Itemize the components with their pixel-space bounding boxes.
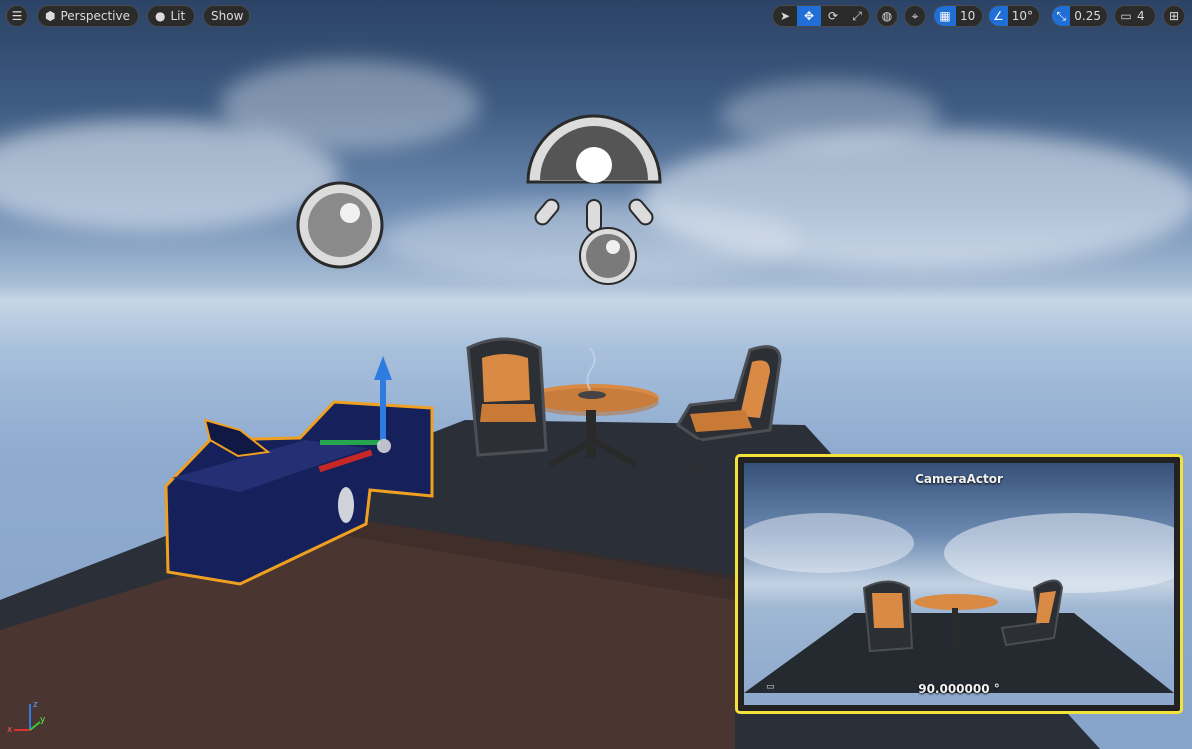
level-viewport[interactable]: z x y ☰ ⬢ Perspective ● Lit Show ➤ ✥ ⟳ ⤢…: [0, 0, 1192, 749]
hamburger-menu-icon: ☰: [11, 9, 23, 23]
select-mode-button[interactable]: ➤: [773, 6, 797, 26]
grid-snap-group: ▦ 10: [933, 5, 983, 27]
sky-light-sprite: [296, 181, 384, 269]
surface-snap-button[interactable]: ⌖: [904, 5, 926, 27]
cursor-icon: ➤: [779, 9, 791, 23]
transform-tools-group: ➤ ✥ ⟳ ⤢: [772, 5, 870, 27]
grid-snap-value[interactable]: 10: [956, 9, 981, 23]
scale-icon: ⤢: [852, 9, 862, 23]
surface-snap-icon: ⌖: [911, 9, 919, 23]
translate-mode-button[interactable]: ✥: [797, 6, 821, 26]
view-mode-button[interactable]: ● Lit: [147, 5, 195, 27]
cube-icon: ⬢: [45, 9, 56, 23]
lit-sphere-icon: ●: [155, 9, 166, 23]
coordinate-system-button[interactable]: ◍: [876, 5, 898, 27]
camera-preview-image: ▭ CameraActor 90.000000 °: [744, 463, 1174, 705]
chair-left-mesh: [466, 337, 548, 457]
globe-icon: ◍: [881, 9, 893, 23]
perspective-button[interactable]: ⬢ Perspective: [37, 5, 139, 27]
lit-label: Lit: [170, 9, 186, 23]
camera-speed-group[interactable]: ▭ 4: [1114, 5, 1156, 27]
camera-speed-value: 4: [1137, 9, 1145, 23]
scale-snap-value[interactable]: 0.25: [1070, 9, 1107, 23]
rotate-mode-button[interactable]: ⟳: [821, 6, 845, 26]
camera-speed-button[interactable]: ▭: [1115, 6, 1133, 26]
preview-title: CameraActor: [915, 472, 1003, 486]
viewport-menu-button[interactable]: ☰: [6, 5, 28, 27]
camera-icon: ▭: [1120, 9, 1132, 23]
rotation-snap-toggle[interactable]: ∠: [989, 6, 1008, 26]
directional-light-sprite: [526, 114, 662, 285]
show-button[interactable]: Show: [203, 5, 250, 27]
scale-snap-toggle[interactable]: ⤡: [1052, 6, 1071, 26]
rotation-snap-group: ∠ 10°: [988, 5, 1040, 27]
scale-snap-icon: ⤡: [1056, 9, 1066, 23]
scale-snap-group: ⤡ 0.25: [1051, 5, 1108, 27]
angle-icon: ∠: [992, 9, 1004, 23]
scale-mode-button[interactable]: ⤢: [845, 6, 869, 26]
svg-text:z: z: [33, 700, 38, 710]
svg-text:y: y: [40, 715, 46, 725]
show-label: Show: [211, 9, 244, 23]
layout-grid-icon: ⊞: [1168, 9, 1180, 23]
perspective-label: Perspective: [60, 9, 130, 23]
preview-fov-label: 90.000000 °: [918, 682, 1000, 696]
camera-preview-panel[interactable]: ▭ CameraActor 90.000000 °: [735, 454, 1183, 714]
move-icon: ✥: [803, 9, 815, 23]
grid-snap-toggle[interactable]: ▦: [934, 6, 956, 26]
svg-text:x: x: [7, 725, 13, 735]
rotation-snap-value[interactable]: 10°: [1008, 9, 1039, 23]
rotate-icon: ⟳: [827, 9, 839, 23]
viewport-layout-button[interactable]: ⊞: [1163, 5, 1185, 27]
grid-icon: ▦: [939, 9, 951, 23]
